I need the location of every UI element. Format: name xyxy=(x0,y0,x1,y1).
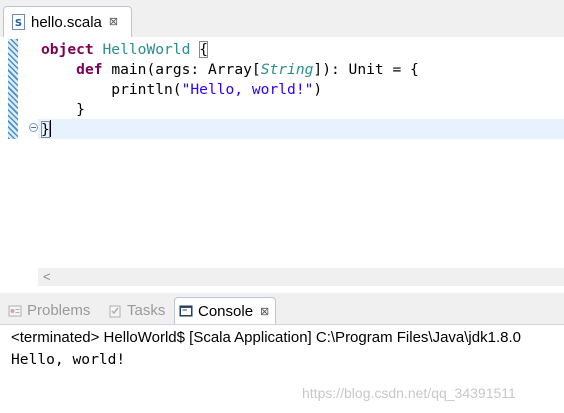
tab-tasks-label: Tasks xyxy=(127,302,166,319)
tab-console[interactable]: Console ⊠ xyxy=(174,297,277,324)
tab-problems[interactable]: Problems xyxy=(8,297,90,324)
text-caret xyxy=(49,120,51,137)
svg-text:S: S xyxy=(15,18,22,29)
code-editor[interactable]: object HelloWorld { def main(args: Array… xyxy=(0,37,564,290)
println-close: ) xyxy=(313,81,323,98)
scroll-left-icon[interactable]: < xyxy=(43,269,51,284)
panel-tab-bar: Problems Tasks Console ⊠ xyxy=(0,293,564,325)
type-string: String xyxy=(260,61,314,78)
tab-console-label: Console xyxy=(198,302,254,320)
object-close-brace: } xyxy=(41,121,50,138)
code-text[interactable]: object HelloWorld { def main(args: Array… xyxy=(41,40,419,140)
keyword-object: object xyxy=(41,41,94,58)
watermark-text: https://blog.csdn.net/qq_34391511 xyxy=(302,385,516,401)
close-console-icon[interactable]: ⊠ xyxy=(260,305,269,318)
scala-file-icon: S xyxy=(12,14,25,30)
editor-tab-hello-scala[interactable]: S hello.scala ⊠ xyxy=(3,6,132,37)
console-output-line[interactable]: Hello, world! xyxy=(11,351,125,368)
method-signature-end: ]): Unit = { xyxy=(313,61,419,78)
tab-title: hello.scala xyxy=(31,13,102,31)
tab-problems-label: Problems xyxy=(27,302,91,319)
tab-tasks[interactable]: Tasks xyxy=(108,297,165,324)
println-call: println( xyxy=(111,81,182,98)
keyword-def: def xyxy=(76,61,103,78)
horizontal-scrollbar[interactable]: < xyxy=(38,268,564,286)
string-literal: "Hello, world!" xyxy=(181,81,314,98)
method-signature-start: main(args: Array[ xyxy=(111,61,261,78)
problems-icon xyxy=(8,305,22,316)
console-panel: Problems Tasks Console ⊠ <terminated> He… xyxy=(0,293,564,413)
tasks-icon xyxy=(109,305,121,317)
fold-collapse-icon[interactable] xyxy=(29,123,38,132)
editor-tab-bar: S hello.scala ⊠ xyxy=(0,0,564,38)
console-icon xyxy=(179,305,193,317)
open-brace: { xyxy=(199,41,208,58)
class-name: HelloWorld xyxy=(102,41,191,58)
close-tab-icon[interactable]: ⊠ xyxy=(109,16,118,28)
change-ruler xyxy=(8,39,18,139)
console-status-line: <terminated> HelloWorld$ [Scala Applicat… xyxy=(11,329,521,346)
method-close-brace: } xyxy=(76,101,85,118)
